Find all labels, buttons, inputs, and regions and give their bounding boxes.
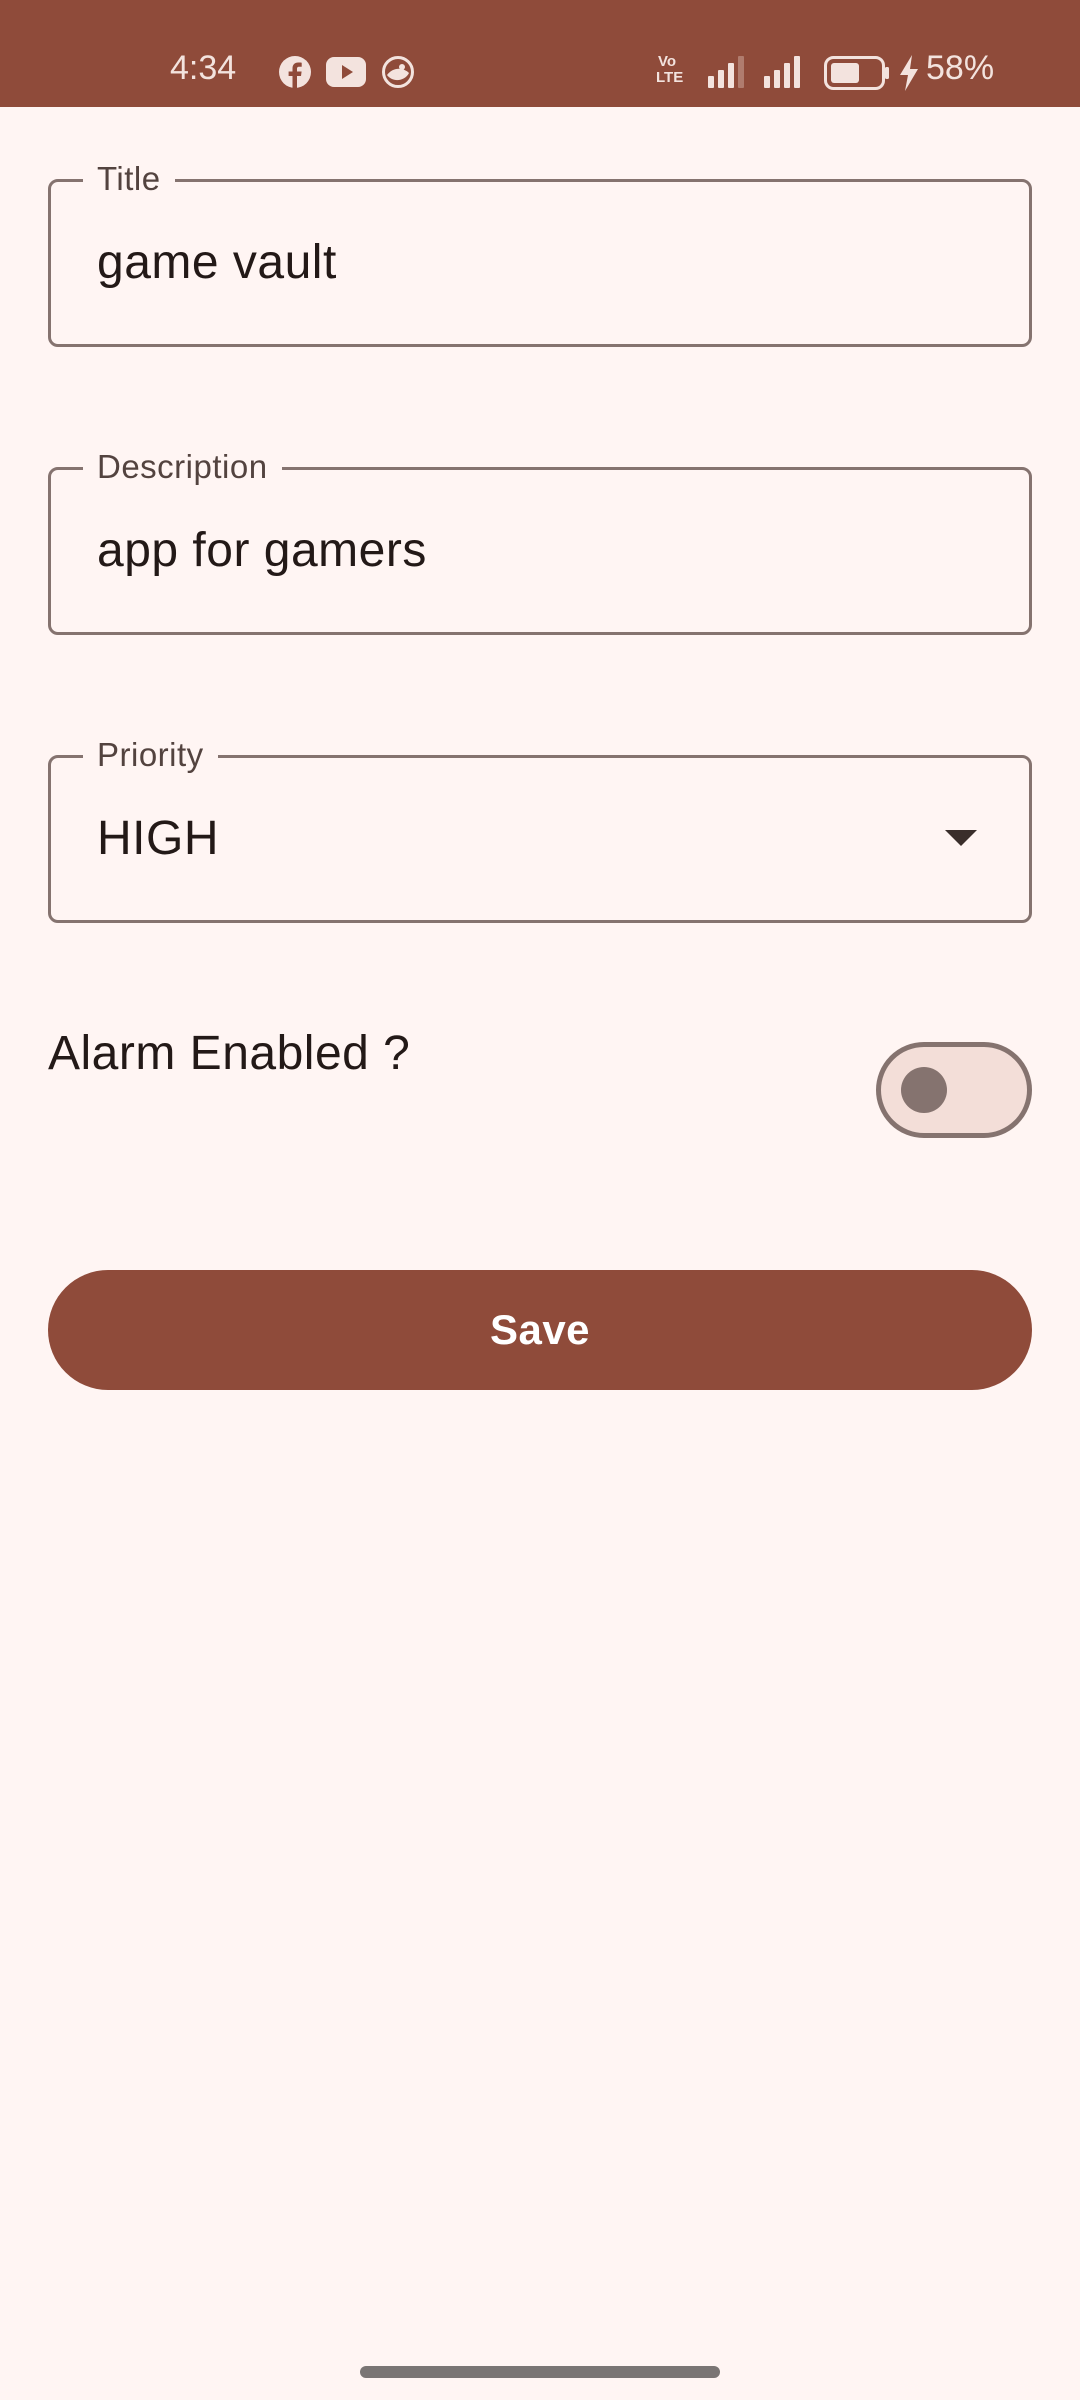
signal-icon xyxy=(708,56,744,88)
save-button[interactable]: Save xyxy=(48,1270,1032,1390)
priority-selected-value: HIGH xyxy=(97,812,219,865)
priority-dropdown-label: Priority xyxy=(83,733,218,777)
charging-icon xyxy=(900,55,918,91)
volte-icon: Vo LTE xyxy=(656,54,692,90)
app-notification-icon xyxy=(382,56,414,88)
priority-dropdown[interactable]: Priority HIGH xyxy=(48,733,1032,923)
description-field-value: app for gamers xyxy=(97,524,427,577)
facebook-icon xyxy=(279,56,311,89)
alarm-toggle-thumb xyxy=(901,1067,947,1113)
volte-text-bottom: LTE xyxy=(656,69,684,86)
alarm-toggle-switch[interactable] xyxy=(876,1042,1032,1138)
description-field-label: Description xyxy=(83,445,282,489)
alarm-enabled-label: Alarm Enabled ? xyxy=(48,1027,411,1080)
battery-icon xyxy=(824,56,889,90)
youtube-icon xyxy=(326,57,366,87)
gesture-nav-handle[interactable] xyxy=(360,2366,720,2378)
volte-text-top: Vo xyxy=(658,53,677,70)
dropdown-arrow-icon[interactable] xyxy=(945,830,977,846)
status-time: 4:34 xyxy=(170,49,237,87)
battery-percent: 58% xyxy=(926,49,995,87)
title-field-value: game vault xyxy=(97,236,337,289)
signal-icon xyxy=(764,56,800,88)
status-bar: 4:34 Vo LTE 58% xyxy=(0,0,1080,107)
title-field-label: Title xyxy=(83,157,175,201)
title-field[interactable]: Title game vault xyxy=(48,157,1032,347)
description-field[interactable]: Description app for gamers xyxy=(48,445,1032,635)
